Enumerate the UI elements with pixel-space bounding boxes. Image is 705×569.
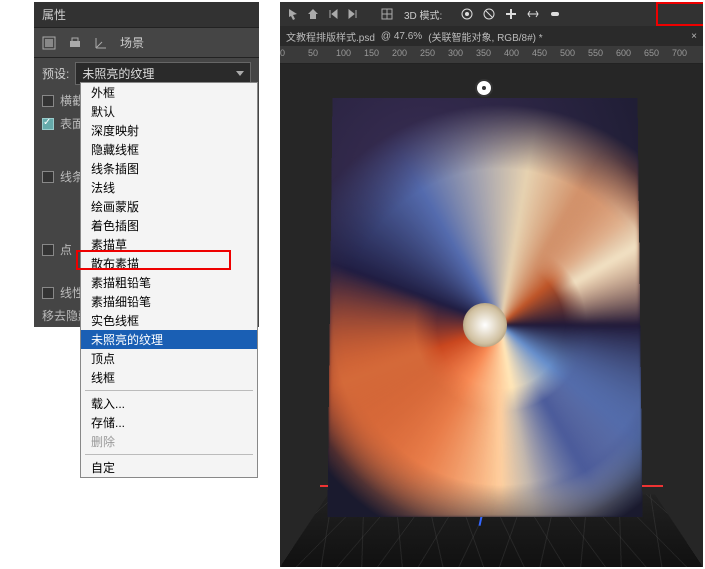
- checkbox-surface[interactable]: [42, 118, 54, 130]
- canvas-3d[interactable]: [280, 64, 703, 567]
- artwork-plane[interactable]: [327, 98, 642, 517]
- chevron-down-icon: [236, 71, 244, 76]
- checkbox-linetype[interactable]: [42, 287, 54, 299]
- dd-item[interactable]: 素描粗铅笔: [81, 273, 257, 292]
- roll-icon[interactable]: [482, 7, 496, 21]
- preset-dropdown-list: 外框 默认 深度映射 隐藏线框 线条插图 法线 绘画蒙版 着色插图 素描草 散布…: [80, 82, 258, 478]
- tab-zoom: @ 47.6%: [381, 31, 422, 42]
- zoom-icon[interactable]: [548, 7, 562, 21]
- tab-layer: (关联智能对象, RGB/8#) *: [428, 29, 542, 44]
- checkbox-line[interactable]: [42, 171, 54, 183]
- document-tab[interactable]: 文教程排版样式.psd @ 47.6% (关联智能对象, RGB/8#) * ×: [280, 26, 703, 46]
- checkbox-point[interactable]: [42, 244, 54, 256]
- prev-icon[interactable]: [326, 7, 340, 21]
- dd-item[interactable]: 素描草: [81, 235, 257, 254]
- ruler-tick: 200: [392, 48, 407, 58]
- mode-icons-group: [452, 5, 570, 23]
- viewport-toolbar: 3D 模式:: [280, 2, 703, 26]
- close-icon[interactable]: ×: [691, 31, 697, 42]
- dd-item[interactable]: 默认: [81, 102, 257, 121]
- dd-item[interactable]: 隐藏线框: [81, 140, 257, 159]
- ruler-horizontal: 0 50 100 150 200 250 300 350 400 450 500 550 600 650 7…: [280, 46, 703, 64]
- ruler-tick: 550: [588, 48, 603, 58]
- ruler-tick: 500: [560, 48, 575, 58]
- preset-value: 未照亮的纹理: [82, 65, 154, 82]
- pin-widget[interactable]: [475, 79, 493, 97]
- ruler-tick: 0: [280, 48, 285, 58]
- dd-save[interactable]: 存储...: [81, 413, 257, 432]
- ruler-tick: 250: [420, 48, 435, 58]
- ruler-tick: 150: [364, 48, 379, 58]
- panel-toolbar: 场景: [34, 28, 259, 58]
- panel-title: 属性: [34, 2, 259, 28]
- tab-filename: 文教程排版样式.psd: [286, 29, 375, 44]
- dd-item[interactable]: 外框: [81, 83, 257, 102]
- print-icon[interactable]: [68, 36, 82, 50]
- dd-item[interactable]: 线条插图: [81, 159, 257, 178]
- separator: [85, 454, 253, 455]
- dd-item[interactable]: 顶点: [81, 349, 257, 368]
- ruler-tick: 450: [532, 48, 547, 58]
- dd-custom[interactable]: 自定: [81, 458, 257, 477]
- dd-item[interactable]: 线框: [81, 368, 257, 387]
- viewport-3d: 3D 模式: 文教程排版样式.psd @ 47.6% (关联智能对象, RGB/…: [280, 2, 703, 567]
- coord-icon[interactable]: [94, 36, 108, 50]
- label-point: 点: [60, 241, 72, 258]
- ruler-tick: 600: [616, 48, 631, 58]
- dd-item-selected[interactable]: 未照亮的纹理: [81, 330, 257, 349]
- dd-item[interactable]: 实色线框: [81, 311, 257, 330]
- pan-icon[interactable]: [504, 7, 518, 21]
- dd-item[interactable]: 着色插图: [81, 216, 257, 235]
- scene-label: 场景: [120, 34, 144, 51]
- preset-label: 预设:: [42, 65, 69, 82]
- dd-item[interactable]: 绘画蒙版: [81, 197, 257, 216]
- next-icon[interactable]: [346, 7, 360, 21]
- ruler-tick: 100: [336, 48, 351, 58]
- ruler-tick: 400: [504, 48, 519, 58]
- orbit-icon[interactable]: [460, 7, 474, 21]
- ruler-tick: 700: [672, 48, 687, 58]
- dd-delete: 删除: [81, 432, 257, 451]
- dd-item[interactable]: 素描细铅笔: [81, 292, 257, 311]
- dd-load[interactable]: 载入...: [81, 394, 257, 413]
- dd-item[interactable]: 法线: [81, 178, 257, 197]
- separator: [85, 390, 253, 391]
- ruler-tick: 350: [476, 48, 491, 58]
- dd-item[interactable]: 深度映射: [81, 121, 257, 140]
- dd-item[interactable]: 散布素描: [81, 254, 257, 273]
- mode-label: 3D 模式:: [400, 7, 446, 22]
- home-icon[interactable]: [306, 7, 320, 21]
- select-tool-icon[interactable]: [286, 7, 300, 21]
- ruler-tick: 50: [308, 48, 318, 58]
- ruler-tick: 300: [448, 48, 463, 58]
- grid-icon[interactable]: [380, 7, 394, 21]
- checkbox-crosssection[interactable]: [42, 95, 54, 107]
- swirl-center: [463, 303, 507, 347]
- ruler-tick: 650: [644, 48, 659, 58]
- mesh-icon[interactable]: [42, 36, 56, 50]
- slide-icon[interactable]: [526, 7, 540, 21]
